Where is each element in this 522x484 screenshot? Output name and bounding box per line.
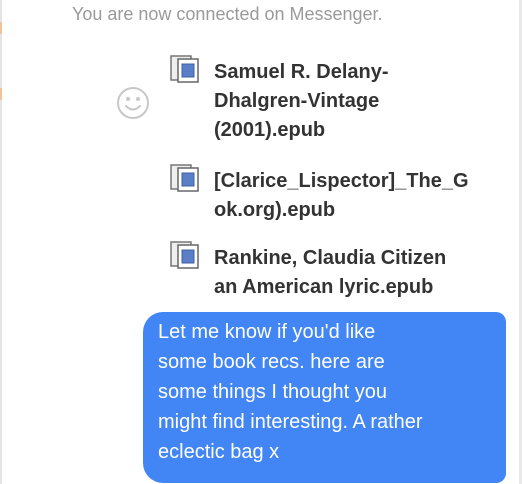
connection-status-message: You are now connected on Messenger.	[72, 4, 383, 24]
outgoing-message-bubble[interactable]: Let me know if you'd like some book recs…	[143, 312, 506, 483]
file-name[interactable]: Samuel R. Delany- Dhalgren-Vintage (2001…	[214, 58, 389, 145]
emoji-reaction-icon[interactable]	[116, 86, 150, 120]
document-icon	[170, 241, 199, 269]
file-attachment[interactable]: Samuel R. Delany- Dhalgren-Vintage (2001…	[170, 55, 389, 145]
file-name[interactable]: Rankine, Claudia Citizen an American lyr…	[214, 244, 446, 302]
file-attachment[interactable]: [Clarice_Lispector]_The_G ok.org).epub	[170, 164, 502, 225]
document-icon	[170, 164, 199, 192]
left-edge-marker	[0, 88, 2, 100]
left-edge-marker	[0, 22, 2, 34]
document-icon	[170, 55, 199, 83]
file-attachment[interactable]: Rankine, Claudia Citizen an American lyr…	[170, 241, 446, 302]
file-name[interactable]: [Clarice_Lispector]_The_G ok.org).epub	[214, 167, 502, 225]
left-panel-edge	[0, 0, 2, 484]
